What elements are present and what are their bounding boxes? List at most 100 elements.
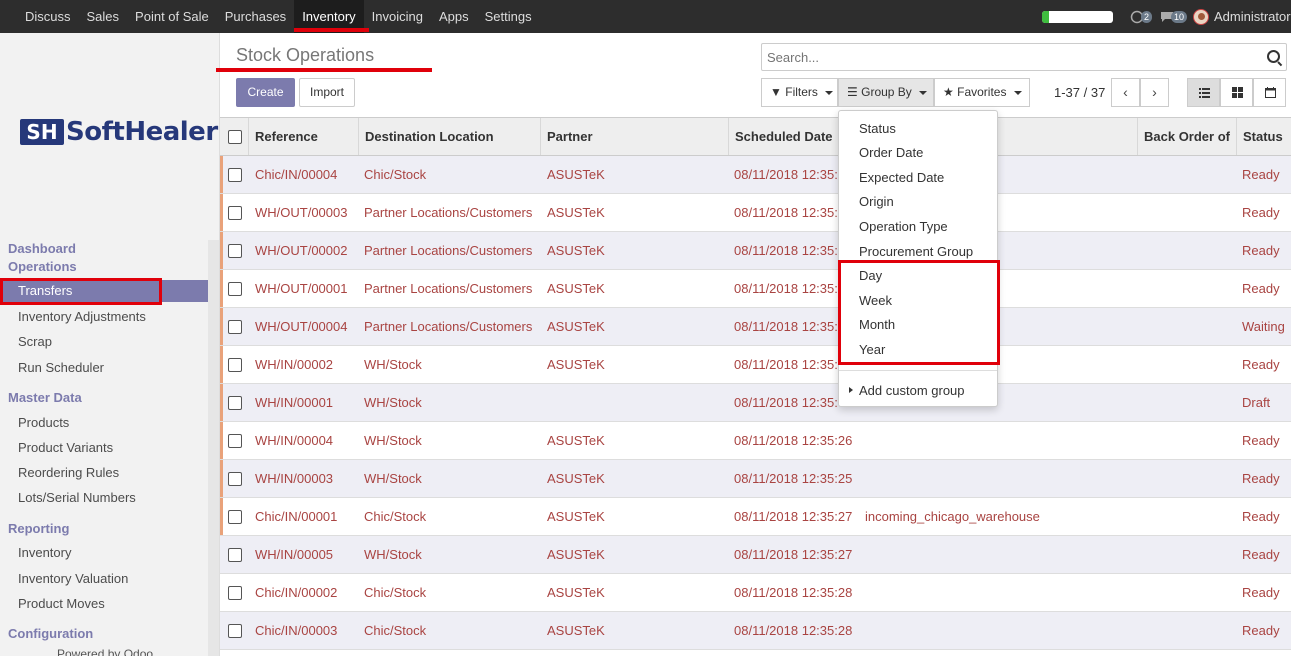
column-status[interactable]: Status (1236, 118, 1291, 155)
create-button[interactable]: Create (236, 78, 295, 107)
sidebar-item-product-variants[interactable]: Product Variants (18, 439, 113, 457)
row-checkbox[interactable] (228, 206, 242, 220)
row-checkbox[interactable] (228, 358, 242, 372)
cell-reference: Chic/IN/00003 (255, 623, 338, 638)
cell-destination: Chic/Stock (364, 509, 427, 524)
sidebar-item-run-scheduler[interactable]: Run Scheduler (18, 359, 104, 377)
sidebar-item-inventory-adjustments[interactable]: Inventory Adjustments (18, 308, 146, 326)
groupby-month[interactable]: Month (859, 317, 895, 332)
menu-item-discuss[interactable]: Discuss (17, 0, 79, 33)
cell-partner: ASUSTeK (547, 167, 605, 182)
groupby-status[interactable]: Status (859, 121, 896, 136)
cell-reference: WH/OUT/00003 (255, 205, 348, 220)
row-checkbox[interactable] (228, 510, 242, 524)
favorites-button[interactable]: ★ Favorites (934, 78, 1030, 107)
sidebar-scrollbar[interactable] (208, 240, 219, 656)
row-state-indicator (220, 156, 223, 193)
cell-destination: Partner Locations/Customers (364, 281, 533, 296)
groupby-origin[interactable]: Origin (859, 194, 894, 209)
column-back-order-of[interactable]: Back Order of (1137, 118, 1236, 155)
sidebar-item-reordering-rules[interactable]: Reordering Rules (18, 464, 119, 482)
user-menu[interactable]: Administrator (1193, 0, 1291, 33)
table-row[interactable]: WH/OUT/00004 Partner Locations/Customers A… (220, 308, 1291, 346)
kanban-view-button[interactable] (1220, 78, 1253, 107)
chat-icon[interactable]: 2 (1130, 0, 1153, 33)
sidebar-item-scrap[interactable]: Scrap (18, 333, 52, 351)
bars-icon: ☰ (847, 85, 858, 99)
menu-item-apps[interactable]: Apps (431, 0, 477, 33)
pager-value[interactable]: 1-37 / 37 (1054, 78, 1105, 107)
select-all-checkbox[interactable] (228, 130, 242, 144)
groupby-order-date[interactable]: Order Date (859, 145, 923, 160)
table-row[interactable]: WH/OUT/00003 Partner Locations/Customers A… (220, 194, 1291, 232)
filters-button[interactable]: ▼ Filters (761, 78, 838, 107)
cell-status: Ready (1242, 623, 1280, 638)
table-row[interactable]: WH/IN/00001 WH/Stock 08/11/2018 12:35: Draf… (220, 384, 1291, 422)
cell-partner: ASUSTeK (547, 509, 605, 524)
table-row[interactable]: Chic/IN/00004 Chic/Stock ASUSTeK 08/11/2018… (220, 156, 1291, 194)
group-by-button[interactable]: ☰ Group By (838, 78, 934, 107)
groupby-year[interactable]: Year (859, 342, 885, 357)
cell-source-document: incoming_chicago_warehouse (865, 509, 1040, 524)
search-icon[interactable] (1267, 50, 1280, 63)
cell-reference: Chic/IN/00002 (255, 585, 338, 600)
row-checkbox[interactable] (228, 320, 242, 334)
groupby-week[interactable]: Week (859, 293, 892, 308)
row-checkbox[interactable] (228, 624, 242, 638)
column-partner[interactable]: Partner (540, 118, 728, 155)
sidebar-item-product-moves[interactable]: Product Moves (18, 595, 105, 613)
calendar-view-button[interactable] (1253, 78, 1286, 107)
sidebar-item-lots-serial[interactable]: Lots/Serial Numbers (18, 489, 136, 507)
list-view-button[interactable] (1187, 78, 1220, 107)
menu-item-settings[interactable]: Settings (477, 0, 540, 33)
column-destination-location[interactable]: Destination Location (358, 118, 540, 155)
table-row[interactable]: Chic/IN/00003 Chic/Stock ASUSTeK 08/11/2018… (220, 612, 1291, 650)
groupby-operation-type[interactable]: Operation Type (859, 219, 948, 234)
activity-progress-bar (1042, 11, 1113, 23)
add-custom-group[interactable]: Add custom group (859, 383, 965, 398)
cell-status: Ready (1242, 471, 1280, 486)
table-row[interactable]: WH/IN/00004 WH/Stock ASUSTeK 08/11/2018 12:… (220, 422, 1291, 460)
cell-destination: WH/Stock (364, 471, 422, 486)
section-dashboard[interactable]: Dashboard (8, 240, 76, 258)
table-row[interactable]: WH/IN/00003 WH/Stock ASUSTeK 08/11/2018 12:… (220, 460, 1291, 498)
row-checkbox[interactable] (228, 396, 242, 410)
sidebar-item-inventory-valuation[interactable]: Inventory Valuation (18, 570, 128, 588)
row-checkbox[interactable] (228, 434, 242, 448)
table-row[interactable]: WH/OUT/00002 Partner Locations/Customers A… (220, 232, 1291, 270)
table-row[interactable]: WH/IN/00005 WH/Stock ASUSTeK 08/11/2018 12:… (220, 536, 1291, 574)
sidebar-item-reporting-inventory[interactable]: Inventory (18, 544, 71, 562)
menu-item-sales[interactable]: Sales (79, 0, 128, 33)
cell-destination: Chic/Stock (364, 623, 427, 638)
messages-icon[interactable]: 10 (1160, 0, 1188, 33)
search-input[interactable] (762, 44, 1242, 70)
sidebar-item-products[interactable]: Products (18, 414, 69, 432)
groupby-day[interactable]: Day (859, 268, 882, 283)
row-checkbox[interactable] (228, 282, 242, 296)
menu-item-invoicing[interactable]: Invoicing (364, 0, 431, 33)
highlight-underline-inventory (294, 28, 369, 32)
import-button[interactable]: Import (299, 78, 355, 107)
column-reference[interactable]: Reference (248, 118, 358, 155)
cell-status: Ready (1242, 357, 1280, 372)
row-checkbox[interactable] (228, 586, 242, 600)
cell-partner: ASUSTeK (547, 243, 605, 258)
table-row[interactable]: WH/OUT/00001 Partner Locations/Customers A… (220, 270, 1291, 308)
groupby-procurement-group[interactable]: Procurement Group (859, 244, 973, 259)
table-row[interactable]: Chic/IN/00001 Chic/Stock ASUSTeK 08/11/2018… (220, 498, 1291, 536)
sidebar-item-transfers[interactable]: Transfers (0, 280, 208, 302)
cell-partner: ASUSTeK (547, 433, 605, 448)
cell-scheduled-date: 08/11/2018 12:35:26 (734, 433, 853, 448)
row-checkbox[interactable] (228, 244, 242, 258)
menu-item-point-of-sale[interactable]: Point of Sale (127, 0, 217, 33)
table-row[interactable]: Chic/IN/00002 Chic/Stock ASUSTeK 08/11/2018… (220, 574, 1291, 612)
row-checkbox[interactable] (228, 472, 242, 486)
pager-next-button[interactable]: › (1140, 78, 1169, 107)
table-row[interactable]: WH/IN/00002 WH/Stock ASUSTeK 08/11/2018 12:… (220, 346, 1291, 384)
section-operations: Operations (8, 259, 77, 274)
row-checkbox[interactable] (228, 548, 242, 562)
row-checkbox[interactable] (228, 168, 242, 182)
menu-item-purchases[interactable]: Purchases (217, 0, 294, 33)
pager-previous-button[interactable]: ‹ (1111, 78, 1140, 107)
groupby-expected-date[interactable]: Expected Date (859, 170, 944, 185)
